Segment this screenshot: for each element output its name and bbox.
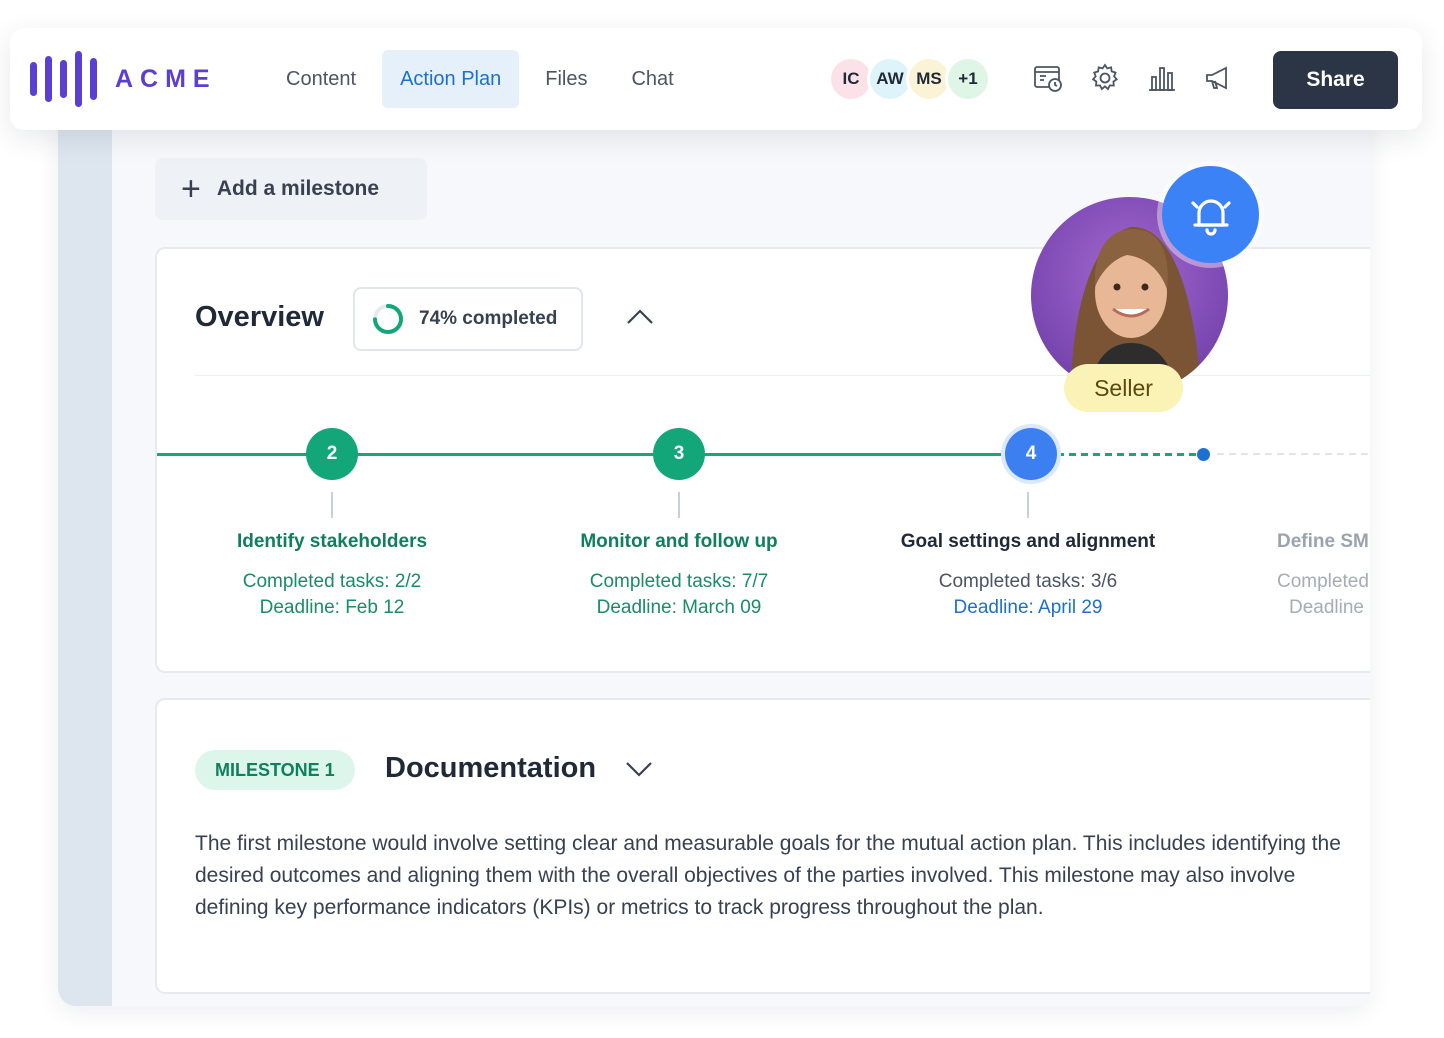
tab-files[interactable]: Files (527, 50, 605, 108)
gear-icon[interactable] (1087, 58, 1123, 98)
milestone-summary[interactable]: Identify stakeholders Completed tasks: 2… (182, 531, 482, 621)
expand-chevron-icon[interactable] (625, 760, 653, 783)
more-participants-badge[interactable]: +1 (945, 56, 991, 102)
bell-icon[interactable] (1162, 166, 1259, 263)
toolbar-icons (1030, 58, 1237, 98)
timeline-line-upcoming (1217, 453, 1370, 455)
tab-content[interactable]: Content (268, 50, 374, 108)
milestone-card: MILESTONE 1 Documentation The first mile… (155, 698, 1370, 994)
progress-indicator: 74% completed (353, 287, 583, 351)
milestone-tick (331, 492, 333, 518)
milestone-deadline: Deadline (1289, 597, 1364, 618)
top-navbar: ACME Content Action Plan Files Chat IC A… (10, 28, 1422, 130)
sidebar-strip (58, 100, 112, 1006)
milestone-node[interactable]: 3 (653, 428, 705, 480)
milestone-summary[interactable]: Monitor and follow up Completed tasks: 7… (529, 531, 829, 621)
milestone-deadline: Deadline: March 09 (596, 597, 762, 618)
milestone-name: Define SM (1277, 531, 1369, 552)
timeline-line-progress (1057, 453, 1197, 456)
logo-text: ACME (115, 64, 217, 93)
overview-divider (195, 375, 1370, 376)
milestone-summary[interactable]: Define SM Completed Deadline (1277, 531, 1370, 621)
milestone-node-current[interactable]: 4 (1005, 428, 1057, 480)
timeline-line-done (157, 453, 1007, 456)
add-milestone-label: Add a milestone (216, 177, 380, 200)
participant-avatars[interactable]: IC AW MS +1 (828, 56, 991, 102)
acme-logo[interactable]: ACME (30, 50, 217, 108)
milestone-node[interactable]: 2 (306, 428, 358, 480)
plus-icon: + (181, 170, 201, 208)
logo-bars-icon (30, 50, 97, 108)
milestone-summary[interactable]: Goal settings and alignment Completed ta… (878, 531, 1178, 621)
tab-chat[interactable]: Chat (613, 50, 691, 108)
progress-ring-icon (373, 304, 403, 334)
milestone-tick (678, 492, 680, 518)
add-milestone-button[interactable]: + Add a milestone (155, 158, 427, 220)
megaphone-icon[interactable] (1201, 58, 1237, 98)
milestone-deadline: Deadline: April 29 (953, 597, 1103, 618)
milestone-title: Documentation (385, 752, 597, 784)
milestone-tasks: Completed tasks: 3/6 (938, 571, 1118, 592)
tab-action-plan[interactable]: Action Plan (382, 50, 520, 108)
milestone-tasks: Completed tasks: 7/7 (589, 571, 769, 592)
milestone-deadline: Deadline: Feb 12 (259, 597, 405, 618)
milestone-tick (1027, 492, 1029, 518)
progress-label: 74% completed (419, 308, 558, 329)
nav-tabs: Content Action Plan Files Chat (268, 50, 692, 108)
timeline-progress-dot (1197, 448, 1210, 461)
share-button[interactable]: Share (1273, 51, 1398, 109)
milestone-description: The first milestone would involve settin… (195, 832, 1341, 919)
bar-chart-icon[interactable] (1144, 58, 1180, 98)
overview-title: Overview (195, 301, 324, 333)
milestone-badge: MILESTONE 1 (195, 750, 355, 790)
milestone-tasks: Completed tasks: 2/2 (242, 571, 422, 592)
milestone-name: Monitor and follow up (580, 531, 778, 552)
seller-label: Seller (1064, 364, 1183, 412)
milestone-tasks: Completed (1277, 571, 1369, 592)
milestone-name: Goal settings and alignment (900, 531, 1156, 552)
milestone-name: Identify stakeholders (236, 531, 428, 552)
calendar-clock-icon[interactable] (1030, 58, 1066, 98)
collapse-chevron-icon[interactable] (625, 307, 655, 332)
